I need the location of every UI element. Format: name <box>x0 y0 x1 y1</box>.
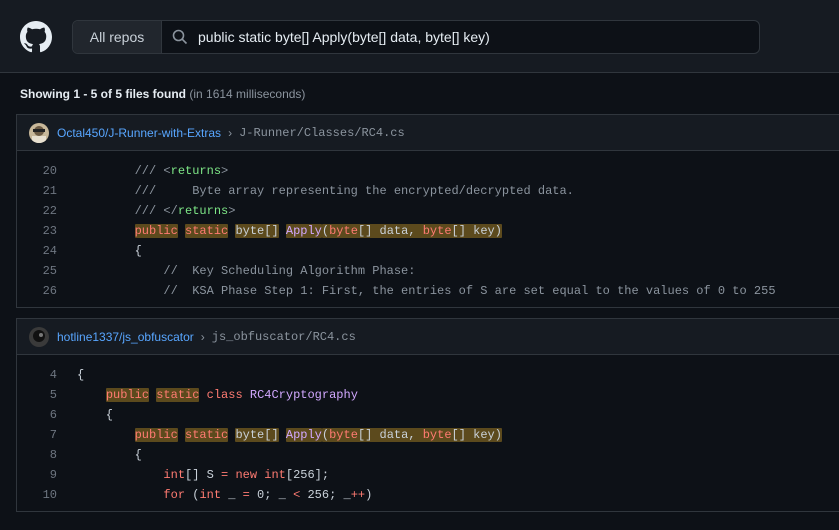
line-number: 22 <box>42 204 57 218</box>
repo-link[interactable]: Octal450/J-Runner-with-Extras <box>57 126 221 140</box>
result-header: hotline1337/js_obfuscator › js_obfuscato… <box>17 319 839 355</box>
search-result-card: hotline1337/js_obfuscator › js_obfuscato… <box>16 318 839 512</box>
code-text: public static byte[] Apply(byte[] data, … <box>134 224 502 238</box>
code-line: 26 // KSA Phase Step 1: First, the entri… <box>17 281 839 301</box>
github-logo-icon[interactable] <box>20 21 52 53</box>
code-line: 7 public static byte[] Apply(byte[] data… <box>17 425 839 445</box>
search-input[interactable]: public static byte[] Apply(byte[] data, … <box>162 21 759 53</box>
code-text: { <box>77 368 85 382</box>
code-text: public static class RC4Cryptography <box>105 388 358 402</box>
code-text: { <box>77 408 114 422</box>
code-line: 22 /// </returns> <box>17 201 839 221</box>
line-number: 5 <box>49 388 57 402</box>
code-line: 23 public static byte[] Apply(byte[] dat… <box>17 221 839 241</box>
code-text: int[] S = new int[256]; <box>163 468 330 482</box>
line-number: 7 <box>49 428 57 442</box>
code-text: { <box>77 448 142 462</box>
code-text: for (int _ = 0; _ < 256; _++) <box>163 488 373 502</box>
code-line: 6 { <box>17 405 839 425</box>
line-number: 6 <box>49 408 57 422</box>
code-text: { <box>77 244 142 258</box>
code-search-bar[interactable]: All repos public static byte[] Apply(byt… <box>72 20 760 54</box>
line-number: 4 <box>49 368 57 382</box>
code-text: /// Byte array representing the encrypte… <box>77 184 574 198</box>
code-text: /// </returns> <box>134 204 236 218</box>
code-text: // KSA Phase Step 1: First, the entries … <box>77 284 776 298</box>
repo-link[interactable]: hotline1337/js_obfuscator <box>57 330 194 344</box>
code-line: 25 // Key Scheduling Algorithm Phase: <box>17 261 839 281</box>
search-time: (in 1614 milliseconds) <box>189 87 306 101</box>
code-text: public static byte[] Apply(byte[] data, … <box>134 428 502 442</box>
top-header: All repos public static byte[] Apply(byt… <box>0 0 839 73</box>
code-snippet[interactable]: 20 /// <returns> 21 /// Byte array repre… <box>17 151 839 307</box>
line-number: 21 <box>42 184 57 198</box>
scope-selector-button[interactable]: All repos <box>73 21 162 53</box>
code-line: 5 public static class RC4Cryptography <box>17 385 839 405</box>
repo-owner-avatar[interactable] <box>29 122 49 143</box>
repo-owner-avatar[interactable] <box>29 326 49 347</box>
line-number: 24 <box>42 244 57 258</box>
code-line: 4{ <box>17 365 839 385</box>
results-summary: Showing 1 - 5 of 5 files found (in 1614 … <box>16 74 839 114</box>
chevron-right-icon: › <box>228 125 233 140</box>
code-text: // Key Scheduling Algorithm Phase: <box>77 264 416 278</box>
code-text: /// <returns> <box>134 164 229 178</box>
line-number: 23 <box>42 224 57 238</box>
result-header: Octal450/J-Runner-with-Extras › J-Runner… <box>17 115 839 151</box>
line-number: 20 <box>42 164 57 178</box>
code-line: 24 { <box>17 241 839 261</box>
results-count: Showing 1 - 5 of 5 files found <box>20 87 187 101</box>
line-number: 25 <box>42 264 57 278</box>
code-line: 9 int[] S = new int[256]; <box>17 465 839 485</box>
file-path-link[interactable]: J-Runner/Classes/RC4.cs <box>239 126 405 140</box>
file-path-link[interactable]: js_obfuscator/RC4.cs <box>212 330 356 344</box>
chevron-right-icon: › <box>200 329 205 344</box>
line-number: 10 <box>42 488 57 502</box>
code-line: 10 for (int _ = 0; _ < 256; _++) <box>17 485 839 505</box>
search-icon <box>172 29 188 45</box>
search-result-card: Octal450/J-Runner-with-Extras › J-Runner… <box>16 114 839 308</box>
search-query-text: public static byte[] Apply(byte[] data, … <box>198 29 490 45</box>
line-number: 9 <box>49 468 57 482</box>
code-snippet[interactable]: 4{ 5 public static class RC4Cryptography… <box>17 355 839 511</box>
code-line: 21 /// Byte array representing the encry… <box>17 181 839 201</box>
line-number: 8 <box>49 448 57 462</box>
code-line: 20 /// <returns> <box>17 161 839 181</box>
code-line: 8 { <box>17 445 839 465</box>
line-number: 26 <box>42 284 57 298</box>
